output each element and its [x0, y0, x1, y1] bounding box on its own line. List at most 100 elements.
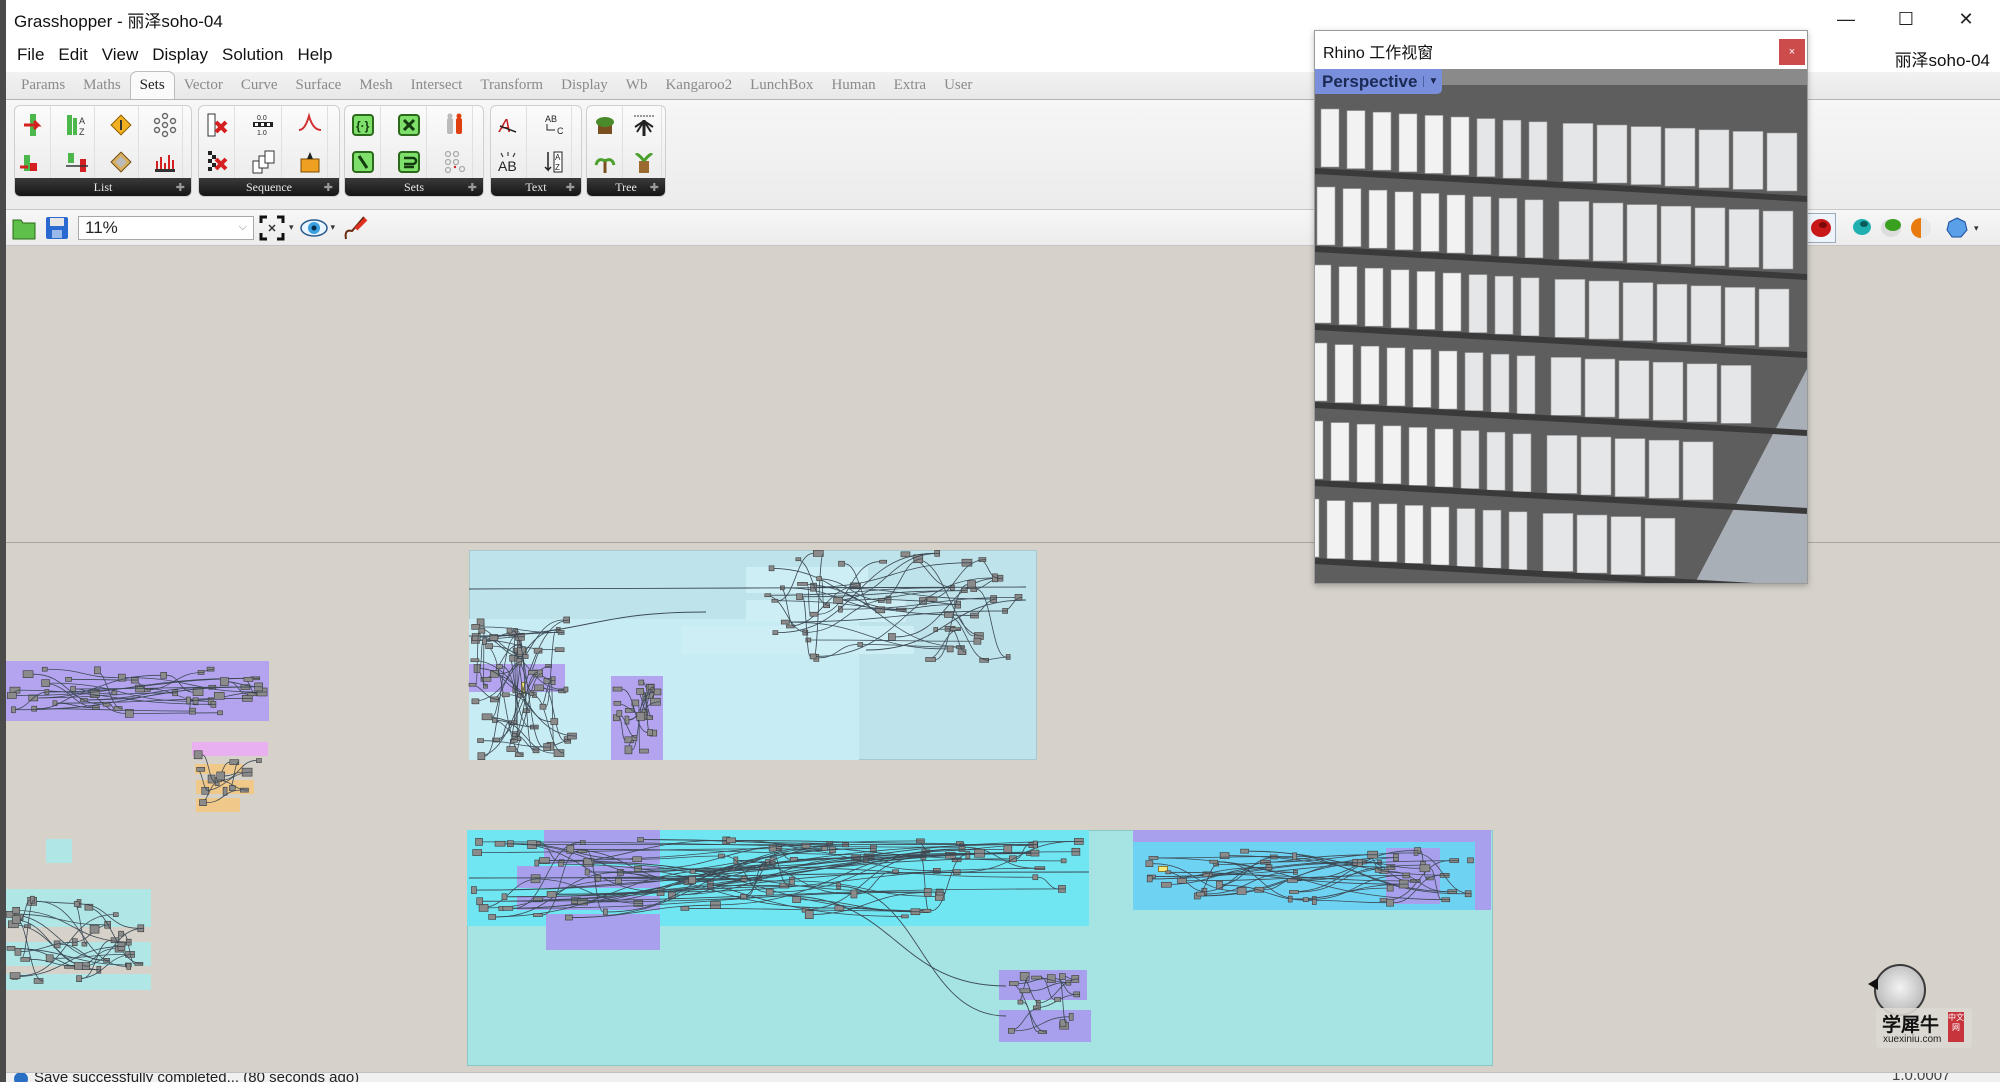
- duplicate-data-icon[interactable]: [246, 143, 282, 180]
- component-node[interactable]: [1209, 859, 1219, 864]
- component-node[interactable]: [74, 962, 83, 970]
- component-node[interactable]: [1145, 860, 1154, 867]
- component-node[interactable]: [1386, 898, 1394, 907]
- component-node[interactable]: [780, 619, 790, 625]
- component-node[interactable]: [243, 677, 254, 682]
- component-node[interactable]: [1019, 972, 1030, 981]
- component-node[interactable]: [1219, 852, 1230, 859]
- panel-expand-icon[interactable]: ✚: [650, 181, 659, 194]
- component-node[interactable]: [475, 838, 483, 846]
- component-node[interactable]: [31, 705, 38, 712]
- panel-expand-icon[interactable]: ✚: [176, 181, 185, 194]
- tab-lunchbox[interactable]: LunchBox: [741, 71, 822, 99]
- carthesian-product-icon[interactable]: [437, 143, 473, 180]
- zoom-extents-icon[interactable]: [257, 213, 287, 243]
- component-node[interactable]: [1008, 1027, 1015, 1034]
- tab-user[interactable]: User: [935, 71, 981, 99]
- component-node[interactable]: [193, 750, 203, 760]
- component-node[interactable]: [196, 767, 205, 772]
- component-node[interactable]: [476, 897, 483, 906]
- set-difference-icon[interactable]: [345, 143, 381, 180]
- component-node[interactable]: [809, 653, 817, 660]
- component-node[interactable]: [726, 837, 736, 844]
- component-node[interactable]: [632, 856, 643, 863]
- component-node[interactable]: [22, 670, 34, 679]
- component-node[interactable]: [821, 846, 828, 851]
- component-node[interactable]: [965, 851, 971, 859]
- component-node[interactable]: [613, 700, 622, 706]
- component-node[interactable]: [805, 637, 812, 643]
- menu-file[interactable]: File: [10, 45, 51, 65]
- minimize-button[interactable]: —: [1816, 0, 1876, 38]
- menu-edit[interactable]: Edit: [51, 45, 94, 65]
- component-node[interactable]: [1019, 988, 1031, 994]
- component-node[interactable]: [1054, 997, 1061, 1002]
- tab-human[interactable]: Human: [822, 71, 884, 99]
- menu-solution[interactable]: Solution: [215, 45, 290, 65]
- component-node[interactable]: [636, 688, 644, 695]
- menu-display[interactable]: Display: [145, 45, 215, 65]
- component-node[interactable]: [1017, 999, 1024, 1005]
- sort-list-icon[interactable]: AZ: [59, 106, 95, 143]
- component-node[interactable]: [900, 914, 909, 919]
- component-node[interactable]: [636, 712, 646, 721]
- component-node[interactable]: [481, 713, 493, 721]
- component-node[interactable]: [471, 886, 477, 894]
- component-node[interactable]: [539, 703, 547, 710]
- component-node[interactable]: [65, 677, 72, 682]
- component-node[interactable]: [789, 876, 795, 886]
- component-node[interactable]: [534, 859, 540, 867]
- component-node[interactable]: [488, 914, 496, 920]
- component-node[interactable]: [584, 868, 590, 876]
- perspective-viewport[interactable]: Perspective ▼: [1315, 69, 1807, 583]
- set-union-icon[interactable]: [391, 106, 427, 143]
- component-node[interactable]: [11, 915, 21, 925]
- component-node[interactable]: [772, 630, 779, 635]
- wireframe-preview-icon[interactable]: [1846, 213, 1876, 243]
- component-node[interactable]: [6, 946, 16, 951]
- series-icon[interactable]: [292, 106, 329, 143]
- component-node[interactable]: [925, 657, 936, 662]
- component-node[interactable]: [94, 666, 101, 675]
- open-file-icon[interactable]: [9, 213, 39, 243]
- component-node[interactable]: [833, 597, 843, 604]
- component-node[interactable]: [11, 706, 16, 714]
- component-node[interactable]: [1009, 981, 1019, 986]
- flatten-tree-icon[interactable]: [587, 106, 623, 143]
- component-node[interactable]: [207, 774, 216, 784]
- component-node[interactable]: [76, 975, 82, 983]
- member-index-icon[interactable]: [437, 106, 473, 143]
- component-node[interactable]: [118, 930, 124, 937]
- sketch-pen-icon[interactable]: [340, 213, 370, 243]
- tab-params[interactable]: Params: [12, 71, 74, 99]
- component-node[interactable]: [73, 901, 80, 907]
- component-node[interactable]: [795, 557, 802, 562]
- text-fragment-icon[interactable]: A: [491, 106, 527, 143]
- component-node[interactable]: [20, 957, 31, 962]
- component-node[interactable]: [6, 692, 17, 699]
- tab-kangaroo2[interactable]: Kangaroo2: [656, 71, 741, 99]
- component-node[interactable]: [256, 758, 262, 763]
- sub-list-icon[interactable]: [103, 143, 139, 180]
- shift-list-icon[interactable]: [147, 106, 183, 143]
- component-node[interactable]: [471, 698, 480, 705]
- tab-maths[interactable]: Maths: [74, 71, 130, 99]
- component-node[interactable]: [1292, 852, 1297, 861]
- range-icon[interactable]: 0.0 1.0: [246, 106, 282, 143]
- component-node[interactable]: [922, 908, 932, 913]
- component-node[interactable]: [1146, 875, 1153, 883]
- component-node[interactable]: [14, 948, 22, 956]
- tab-intersect[interactable]: Intersect: [402, 71, 472, 99]
- component-node[interactable]: [603, 908, 608, 916]
- list-length-icon[interactable]: [15, 106, 51, 143]
- tab-wb[interactable]: Wb: [617, 71, 657, 99]
- tab-surface[interactable]: Surface: [287, 71, 351, 99]
- component-node[interactable]: [501, 893, 508, 901]
- component-node[interactable]: [229, 759, 240, 765]
- save-file-icon[interactable]: [42, 213, 72, 243]
- sort-text-icon[interactable]: AZ: [536, 143, 572, 180]
- tab-extra[interactable]: Extra: [885, 71, 935, 99]
- component-node[interactable]: [502, 906, 514, 911]
- component-node[interactable]: [563, 686, 569, 693]
- tab-sets[interactable]: Sets: [129, 71, 175, 99]
